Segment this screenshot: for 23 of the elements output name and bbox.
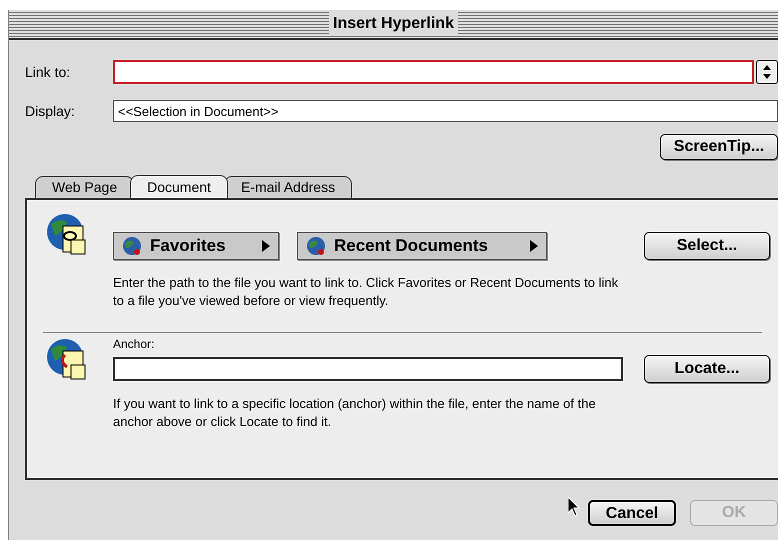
help-text: If you want to link to a specific location (anchor) within the file, enter the name of the anchor above or click Locate to find it. xyxy=(113,395,597,431)
globe-icon xyxy=(122,236,142,256)
link-to-field[interactable] xyxy=(113,60,754,84)
popup-menu-button[interactable]: Favorites xyxy=(113,232,279,260)
tab[interactable]: Document xyxy=(130,175,228,198)
anchor-field[interactable] xyxy=(113,357,623,381)
field-label: Display: xyxy=(24,102,76,121)
dialog-button[interactable]: Cancel xyxy=(588,500,676,526)
help-text: Enter the path to the file you want to link to. Click Favorites or Recent Documents to link to a file you've viewed before or view frequently. xyxy=(113,274,620,310)
window-title: Insert Hyperlink xyxy=(329,12,458,36)
field-label: Link to: xyxy=(24,62,72,82)
triangle-right-icon xyxy=(262,240,270,252)
popup-menu-button[interactable]: Recent Documents xyxy=(297,232,547,260)
mouse-pointer-icon xyxy=(568,497,580,517)
display-field[interactable]: <<Selection in Document>> xyxy=(113,100,778,122)
spinner-button[interactable] xyxy=(756,60,778,84)
anchor-label: Anchor: xyxy=(113,336,156,353)
locate-button[interactable]: Locate... xyxy=(644,355,770,383)
select-button[interactable]: Select... xyxy=(644,232,770,260)
screentip-button[interactable]: ScreenTip... xyxy=(660,134,778,160)
triangle-right-icon xyxy=(530,240,538,252)
up-down-arrows-icon xyxy=(763,65,771,79)
globe-icon xyxy=(306,236,326,256)
